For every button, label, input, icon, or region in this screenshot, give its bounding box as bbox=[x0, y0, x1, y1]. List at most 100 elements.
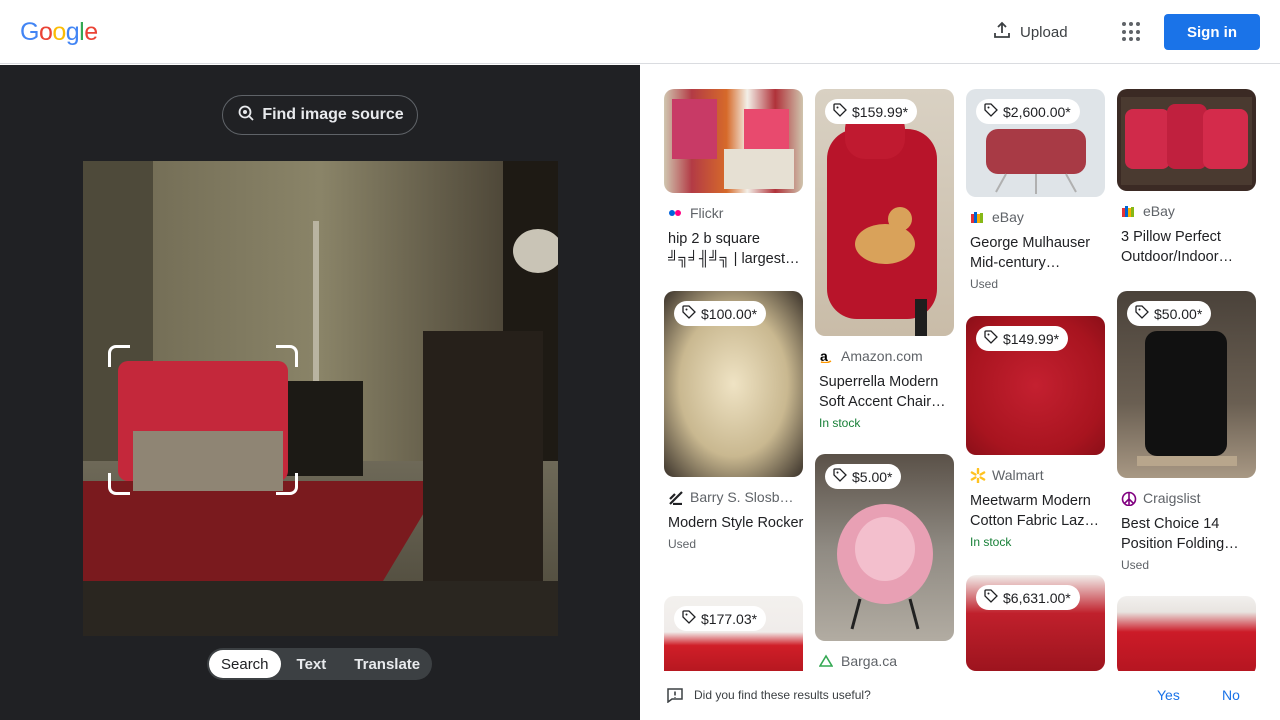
source-name: Amazon.com bbox=[841, 348, 923, 364]
feedback-question: Did you find these results useful? bbox=[694, 688, 871, 702]
ebay-icon bbox=[970, 210, 984, 224]
result-source: a Amazon.com bbox=[815, 348, 955, 364]
price-tag-icon bbox=[984, 103, 998, 120]
flickr-icon bbox=[668, 206, 682, 220]
result-source: Barry S. Slosb… bbox=[664, 489, 804, 505]
feedback-yes-button[interactable]: Yes bbox=[1157, 687, 1180, 703]
craigslist-peace-icon bbox=[1121, 491, 1137, 506]
price-value: $100.00* bbox=[701, 305, 758, 322]
logo-letter: e bbox=[84, 18, 98, 46]
lens-search-icon bbox=[236, 103, 256, 128]
price-value: $6,631.00* bbox=[1003, 589, 1071, 606]
result-thumbnail[interactable]: $5.00* bbox=[815, 454, 954, 641]
logo-letter: o bbox=[52, 18, 66, 46]
barry-logo-icon bbox=[668, 490, 683, 505]
result-card[interactable] bbox=[1117, 596, 1257, 676]
result-title[interactable]: Superrella Modern Soft Accent Chair… bbox=[815, 372, 955, 412]
lens-image-panel: Find image source Search Text Translate bbox=[0, 65, 640, 720]
price-badge: $50.00* bbox=[1127, 301, 1212, 326]
apps-grid-icon[interactable] bbox=[1122, 22, 1142, 42]
price-badge: $5.00* bbox=[825, 464, 902, 489]
price-badge: $2,600.00* bbox=[976, 99, 1080, 124]
price-tag-icon bbox=[682, 305, 696, 322]
price-badge: $6,631.00* bbox=[976, 585, 1080, 610]
result-source: Barga.ca bbox=[815, 653, 955, 669]
result-condition: Used bbox=[668, 537, 697, 551]
result-title[interactable]: George Mulhauser Mid-century… bbox=[966, 233, 1106, 273]
price-value: $2,600.00* bbox=[1003, 103, 1071, 120]
result-condition: Used bbox=[1121, 558, 1150, 572]
price-value: $159.99* bbox=[852, 103, 909, 120]
amazon-icon: a bbox=[819, 348, 833, 364]
result-card[interactable]: $50.00* Craigslist Best Choice 14 Positi… bbox=[1117, 291, 1257, 572]
source-name: Barry S. Slosb… bbox=[690, 489, 794, 505]
result-thumbnail[interactable] bbox=[1117, 89, 1256, 191]
price-tag-icon bbox=[1135, 305, 1149, 322]
result-thumbnail[interactable]: $149.99* bbox=[966, 316, 1105, 455]
result-card[interactable]: $5.00* Barga.ca bbox=[815, 454, 955, 669]
source-name: Walmart bbox=[992, 467, 1044, 483]
tab-translate[interactable]: Translate bbox=[342, 650, 432, 678]
svg-text:a: a bbox=[820, 349, 828, 363]
logo-letter: g bbox=[65, 18, 80, 46]
ebay-icon bbox=[1121, 204, 1135, 218]
result-availability: In stock bbox=[970, 535, 1012, 549]
result-title[interactable]: hip 2 b square ╝╗╛╢╝╗ | largest… bbox=[664, 229, 804, 269]
result-source: Walmart bbox=[966, 467, 1106, 483]
top-bar: Google Upload Sign in bbox=[0, 0, 1280, 64]
sign-in-button[interactable]: Sign in bbox=[1164, 14, 1260, 50]
price-value: $149.99* bbox=[1003, 330, 1060, 347]
result-title[interactable]: 3 Pillow Perfect Outdoor/Indoor… bbox=[1117, 227, 1257, 267]
price-tag-icon bbox=[833, 468, 847, 485]
result-thumbnail[interactable]: $100.00* bbox=[664, 291, 803, 477]
result-source: Craigslist bbox=[1117, 490, 1257, 506]
result-title[interactable]: Meetwarm Modern Cotton Fabric Laz… bbox=[966, 491, 1106, 531]
result-source: Flickr bbox=[664, 205, 804, 221]
result-availability: In stock bbox=[819, 416, 861, 430]
find-image-source-button[interactable]: Find image source bbox=[222, 95, 418, 135]
tab-search[interactable]: Search bbox=[209, 650, 281, 678]
result-thumbnail[interactable]: $159.99* bbox=[815, 89, 954, 336]
price-badge: $159.99* bbox=[825, 99, 918, 124]
price-tag-icon bbox=[833, 103, 847, 120]
upload-icon bbox=[992, 20, 1012, 44]
google-logo[interactable]: Google bbox=[20, 18, 98, 47]
find-image-source-label: Find image source bbox=[262, 106, 404, 123]
result-source: eBay bbox=[1117, 203, 1257, 219]
price-value: $177.03* bbox=[701, 610, 758, 627]
visual-matches-panel: Flickr hip 2 b square ╝╗╛╢╝╗ | largest… … bbox=[640, 65, 1280, 720]
result-card[interactable]: $149.99* Walmart Meetwarm Modern Cotton … bbox=[966, 316, 1106, 549]
result-card[interactable]: Flickr hip 2 b square ╝╗╛╢╝╗ | largest… bbox=[664, 89, 804, 269]
upload-button[interactable]: Upload bbox=[992, 20, 1068, 44]
upload-label: Upload bbox=[1020, 23, 1068, 41]
price-badge: $100.00* bbox=[674, 301, 767, 326]
result-card[interactable]: $100.00* Barry S. Slosb… Modern Style Ro… bbox=[664, 291, 804, 551]
result-source: eBay bbox=[966, 209, 1106, 225]
tab-text[interactable]: Text bbox=[281, 650, 343, 678]
crop-selection-handles[interactable] bbox=[108, 345, 298, 495]
result-card[interactable]: eBay 3 Pillow Perfect Outdoor/Indoor… bbox=[1117, 89, 1257, 267]
result-card[interactable]: $159.99* a Amazon.com Superrella Modern … bbox=[815, 89, 955, 430]
price-badge: $177.03* bbox=[674, 606, 767, 631]
result-thumbnail[interactable] bbox=[664, 89, 803, 193]
lens-mode-switcher: Search Text Translate bbox=[207, 648, 432, 680]
walmart-spark-icon bbox=[970, 467, 986, 483]
result-title[interactable]: Modern Style Rocker bbox=[664, 513, 804, 533]
result-card[interactable]: $2,600.00* eBay George Mulhauser Mid-cen… bbox=[966, 89, 1106, 291]
price-tag-icon bbox=[682, 610, 696, 627]
result-thumbnail[interactable]: $2,600.00* bbox=[966, 89, 1105, 197]
feedback-no-button[interactable]: No bbox=[1222, 687, 1240, 703]
result-condition: Used bbox=[970, 277, 999, 291]
feedback-icon bbox=[666, 687, 684, 706]
price-tag-icon bbox=[984, 589, 998, 606]
result-thumbnail[interactable]: $6,631.00* bbox=[966, 575, 1105, 671]
result-thumbnail[interactable] bbox=[1117, 596, 1256, 676]
result-title[interactable]: Best Choice 14 Position Folding… bbox=[1117, 514, 1257, 554]
source-name: eBay bbox=[992, 209, 1024, 225]
result-card[interactable]: $6,631.00* bbox=[966, 575, 1106, 671]
result-thumbnail[interactable]: $50.00* bbox=[1117, 291, 1256, 478]
logo-letter: o bbox=[38, 18, 53, 46]
source-name: eBay bbox=[1143, 203, 1175, 219]
price-value: $50.00* bbox=[1154, 305, 1203, 322]
barga-icon bbox=[818, 654, 834, 668]
